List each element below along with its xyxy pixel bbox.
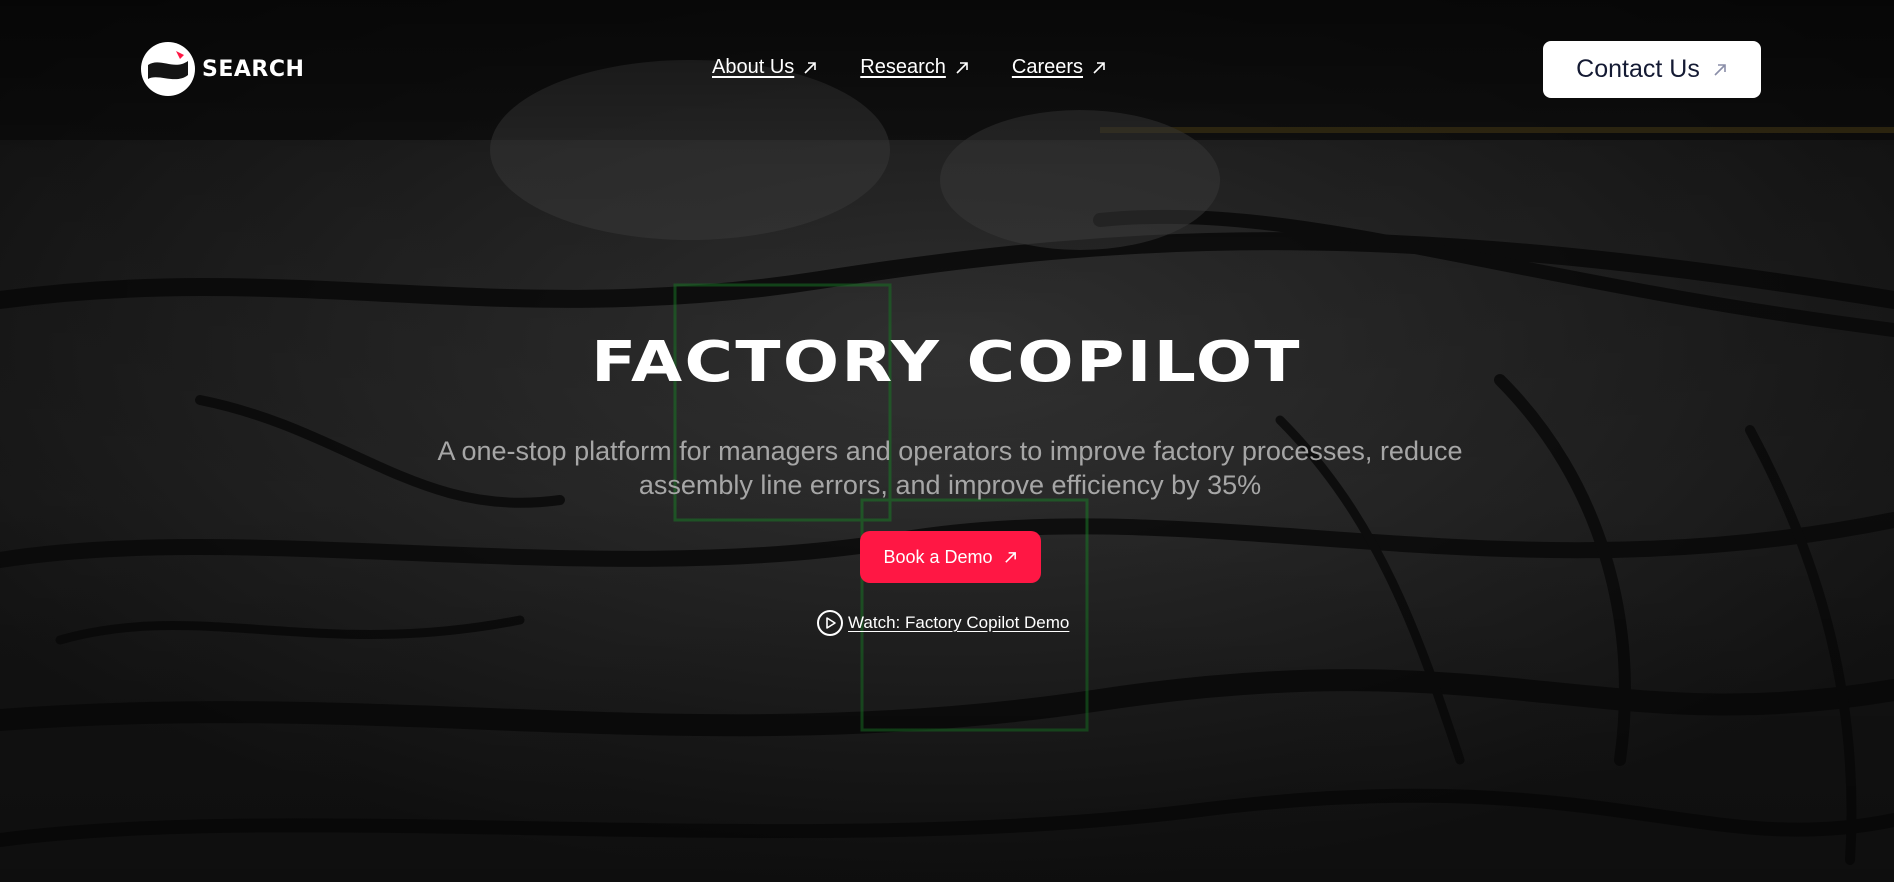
play-circle-icon <box>817 610 843 636</box>
page-title: FACTORY COPILOT <box>591 330 1302 395</box>
watch-demo-label: Watch: Factory Copilot Demo <box>848 613 1070 632</box>
contact-us-button[interactable]: Contact Us <box>1543 41 1761 98</box>
arrow-up-right-icon <box>1714 63 1726 76</box>
nav-links: About Us Research Careers <box>712 56 1107 79</box>
nav-link-careers[interactable]: Careers <box>1012 56 1107 79</box>
arrow-up-right-icon <box>956 61 968 74</box>
brand-name: SEARCH <box>202 56 305 82</box>
nav-link-label: Research <box>860 56 946 78</box>
logo-mark-icon <box>141 42 195 96</box>
hero-section: SEARCH About Us Research Careers Contact… <box>0 0 1894 882</box>
top-navigation: SEARCH About Us Research Careers Contact… <box>0 0 1894 142</box>
hero-subtitle: A one-stop platform for managers and ope… <box>437 436 1463 500</box>
book-demo-label: Book a Demo <box>883 546 993 567</box>
arrow-up-right-icon <box>1004 551 1016 563</box>
nav-link-about-us[interactable]: About Us <box>712 56 818 79</box>
nav-link-label: Careers <box>1011 56 1084 78</box>
brand-logo[interactable]: SEARCH <box>140 41 304 97</box>
arrow-up-right-icon <box>804 61 817 74</box>
book-demo-button[interactable]: Book a Demo <box>860 531 1041 583</box>
watch-demo-link[interactable]: Watch: Factory Copilot Demo <box>816 609 1069 637</box>
arrow-up-right-icon <box>1093 61 1105 74</box>
nav-link-research[interactable]: Research <box>860 56 970 79</box>
contact-us-label: Contact Us <box>1576 55 1700 83</box>
nav-link-label: About Us <box>712 56 795 78</box>
